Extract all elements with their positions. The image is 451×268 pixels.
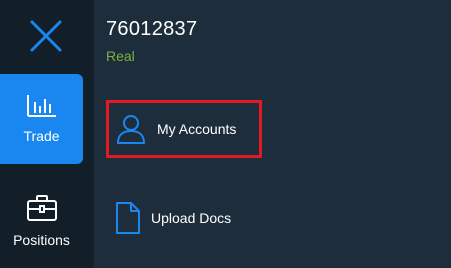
account-type: Real [106, 48, 135, 64]
chart-bars-icon [26, 95, 56, 117]
nav-trade[interactable]: Trade [0, 74, 83, 164]
nav-positions-label: Positions [13, 232, 70, 248]
account-number: 76012837 [106, 18, 198, 40]
nav-trade-label: Trade [23, 128, 60, 144]
upload-docs-label: Upload Docs [151, 210, 232, 226]
panel-divider [92, 0, 94, 268]
document-icon [116, 202, 140, 234]
user-icon [117, 115, 145, 144]
side-rail: Trade Positions [0, 0, 92, 268]
upload-docs-menu-item[interactable]: Upload Docs [106, 198, 231, 238]
app-window: Trade Positions 76012837 Real My Account… [0, 0, 451, 268]
close-icon [30, 20, 62, 52]
my-accounts-menu-item[interactable]: My Accounts [106, 100, 262, 158]
briefcase-icon [26, 195, 57, 221]
nav-positions[interactable]: Positions [0, 176, 83, 266]
my-accounts-label: My Accounts [157, 121, 237, 137]
close-button[interactable] [0, 0, 92, 72]
